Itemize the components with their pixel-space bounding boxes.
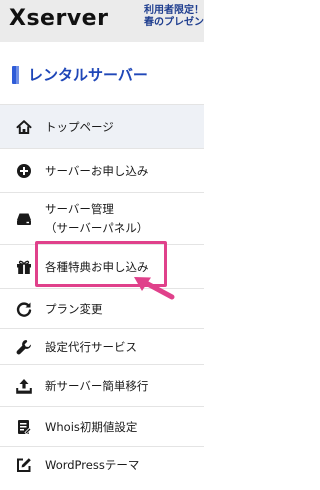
sidebar-item-label-line2: （サーバーパネル） — [45, 221, 149, 235]
sidebar-item-server-apply[interactable]: サーバーお申し込み — [0, 148, 204, 192]
sidebar-item-label: プラン変更 — [45, 302, 103, 316]
refresh-icon — [16, 301, 32, 317]
section-marker-accent — [16, 66, 19, 84]
home-icon — [16, 119, 32, 135]
sidebar-item-label: WordPressテーマ — [45, 458, 140, 472]
gift-icon — [16, 259, 32, 275]
sidebar-item-label: サーバーお申し込み — [45, 164, 149, 178]
sidebar-section-header: レンタルサーバー — [0, 42, 204, 104]
sidebar-item-label: 設定代行サービス — [45, 340, 137, 354]
sidebar-item-label-line1: サーバー管理 — [45, 202, 114, 216]
plus-circle-icon — [16, 163, 32, 179]
document-icon — [16, 419, 32, 435]
xserver-logo[interactable]: Xserver — [9, 6, 108, 32]
top-header: Xserver 利用者限定！ 春のプレゼン — [0, 0, 204, 42]
promo-line-1: 利用者限定！ — [144, 5, 204, 16]
server-drive-icon — [16, 211, 32, 227]
sidebar-item-label: 各種特典お申し込み — [45, 260, 149, 274]
sidebar-item-label: サーバー管理 （サーバーパネル） — [45, 200, 148, 238]
section-title: レンタルサーバー — [28, 66, 148, 84]
sidebar-item-server-panel[interactable]: サーバー管理 （サーバーパネル） — [0, 192, 204, 244]
app-root: Xserver 利用者限定！ 春のプレゼン レンタルサーバー トップページ サー… — [0, 0, 204, 490]
upload-tray-icon — [16, 378, 32, 394]
wrench-icon — [16, 339, 32, 355]
sidebar-item-setup-service[interactable]: 設定代行サービス — [0, 328, 204, 364]
sidebar-item-wordpress-theme[interactable]: WordPressテーマ — [0, 446, 204, 490]
sidebar-item-label: Whois初期値設定 — [45, 420, 138, 434]
promo-banner[interactable]: 利用者限定！ 春のプレゼン — [144, 5, 204, 29]
sidebar-item-label: 新サーバー簡単移行 — [45, 379, 149, 393]
promo-line-2: 春のプレゼン — [144, 17, 204, 28]
pointer-arrow-icon — [132, 275, 176, 301]
sidebar-item-top-page[interactable]: トップページ — [0, 104, 204, 148]
sidebar-item-whois-default[interactable]: Whois初期値設定 — [0, 406, 204, 446]
edit-square-icon — [16, 457, 32, 473]
sidebar-item-server-migration[interactable]: 新サーバー簡単移行 — [0, 364, 204, 406]
sidebar-item-label: トップページ — [45, 120, 114, 134]
